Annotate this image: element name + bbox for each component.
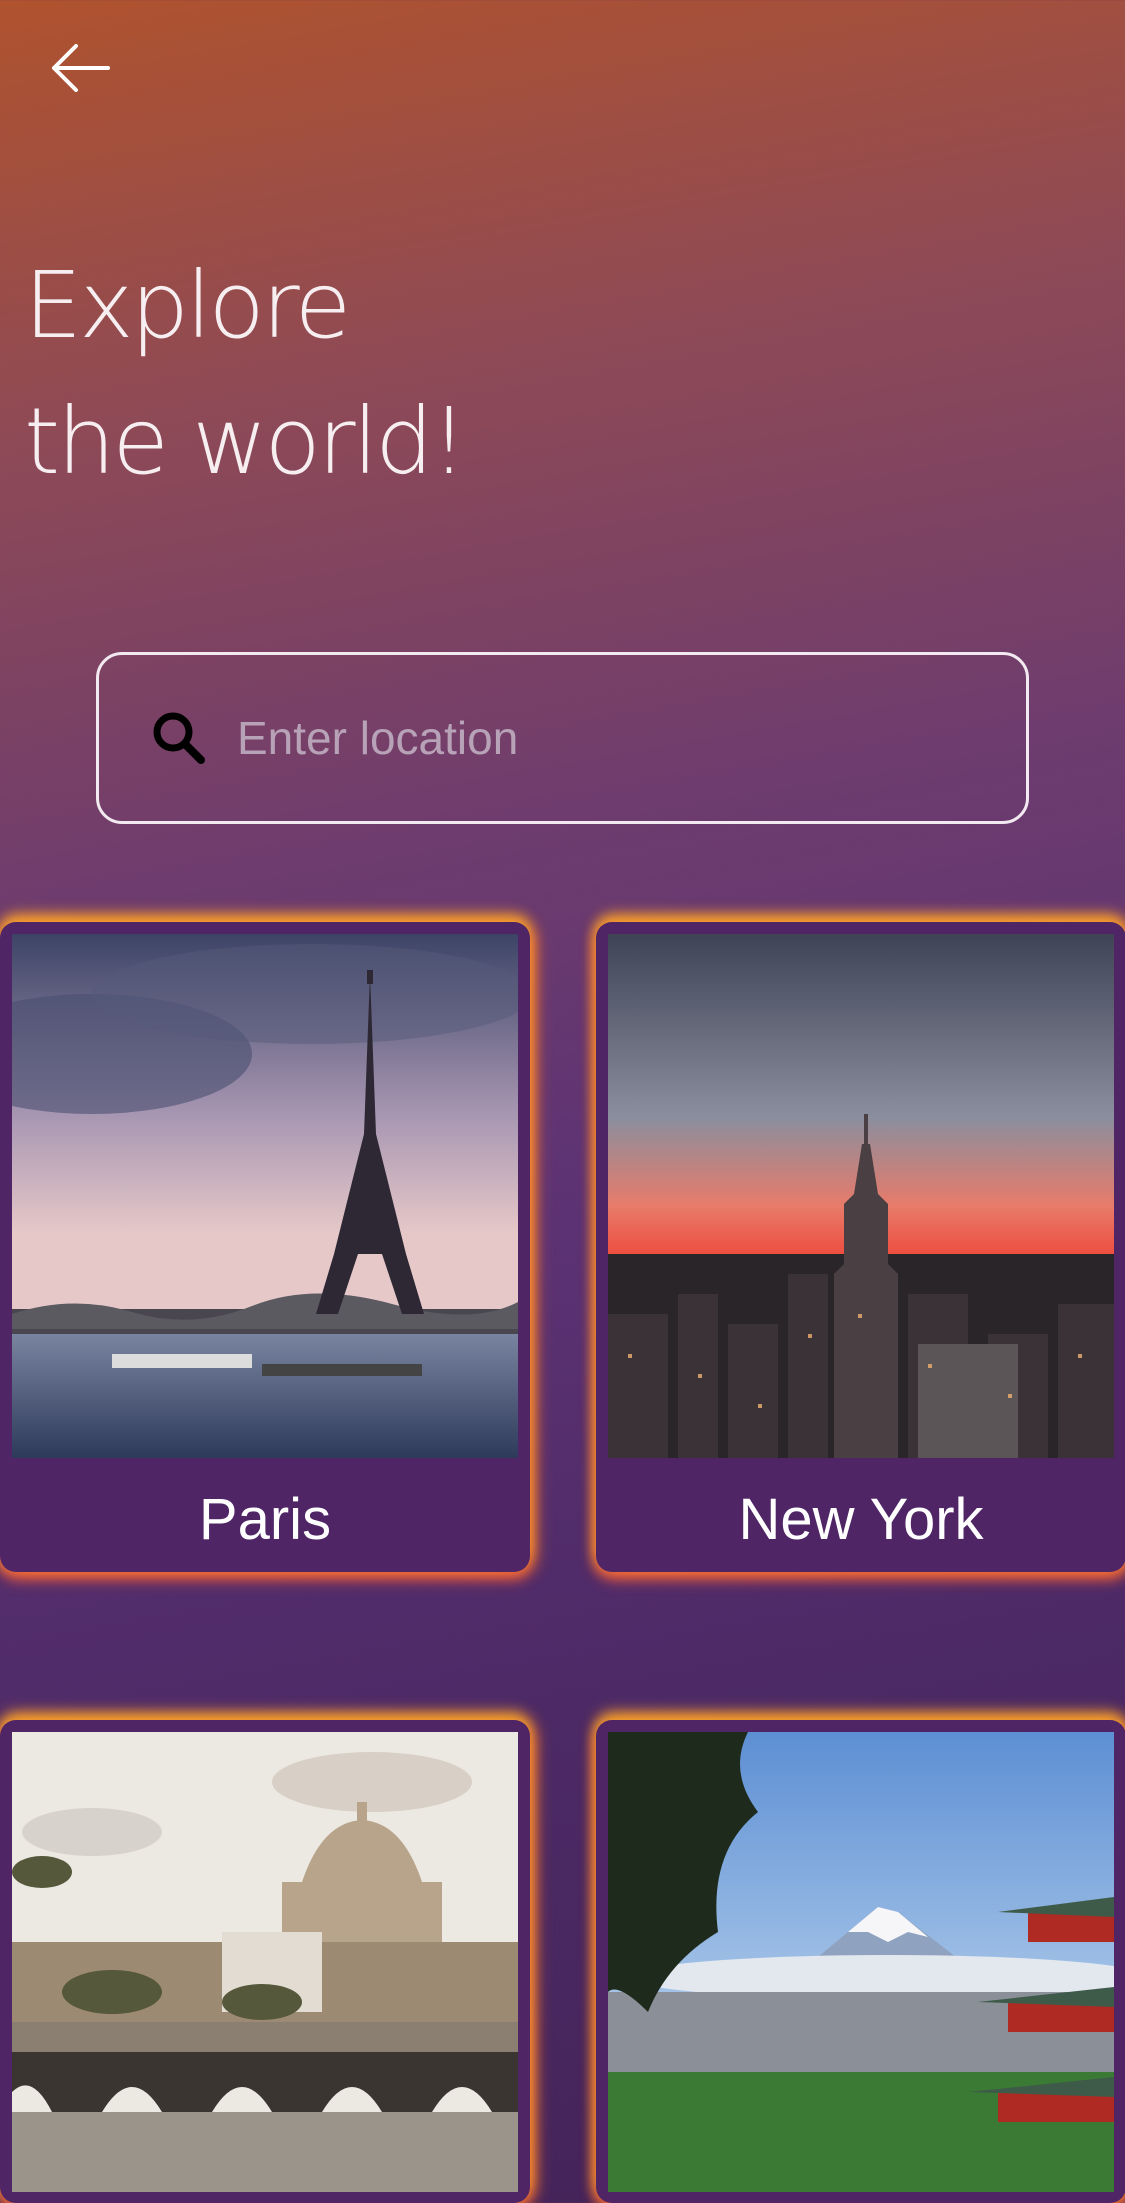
card-label-new-york: New York xyxy=(738,1486,984,1552)
back-button[interactable] xyxy=(48,36,128,100)
search-input[interactable] xyxy=(237,711,997,765)
destination-card-fuji[interactable] xyxy=(596,1720,1125,2203)
title-line-2: the world! xyxy=(24,388,467,495)
search-icon xyxy=(153,712,205,764)
page-title: Explore the world! xyxy=(24,238,467,510)
new-york-photo xyxy=(608,934,1114,1458)
rome-vatican-photo xyxy=(12,1732,518,2192)
destination-card-rome[interactable] xyxy=(0,1720,530,2203)
mount-fuji-pagoda-photo xyxy=(608,1732,1114,2192)
paris-photo xyxy=(12,934,518,1458)
search-bar[interactable] xyxy=(96,652,1029,824)
title-line-1: Explore xyxy=(24,252,351,359)
destination-card-paris[interactable]: Paris xyxy=(0,922,530,1572)
destination-card-new-york[interactable]: New York xyxy=(596,922,1125,1572)
arrow-left-icon xyxy=(52,44,110,92)
card-label-paris: Paris xyxy=(198,1486,332,1552)
